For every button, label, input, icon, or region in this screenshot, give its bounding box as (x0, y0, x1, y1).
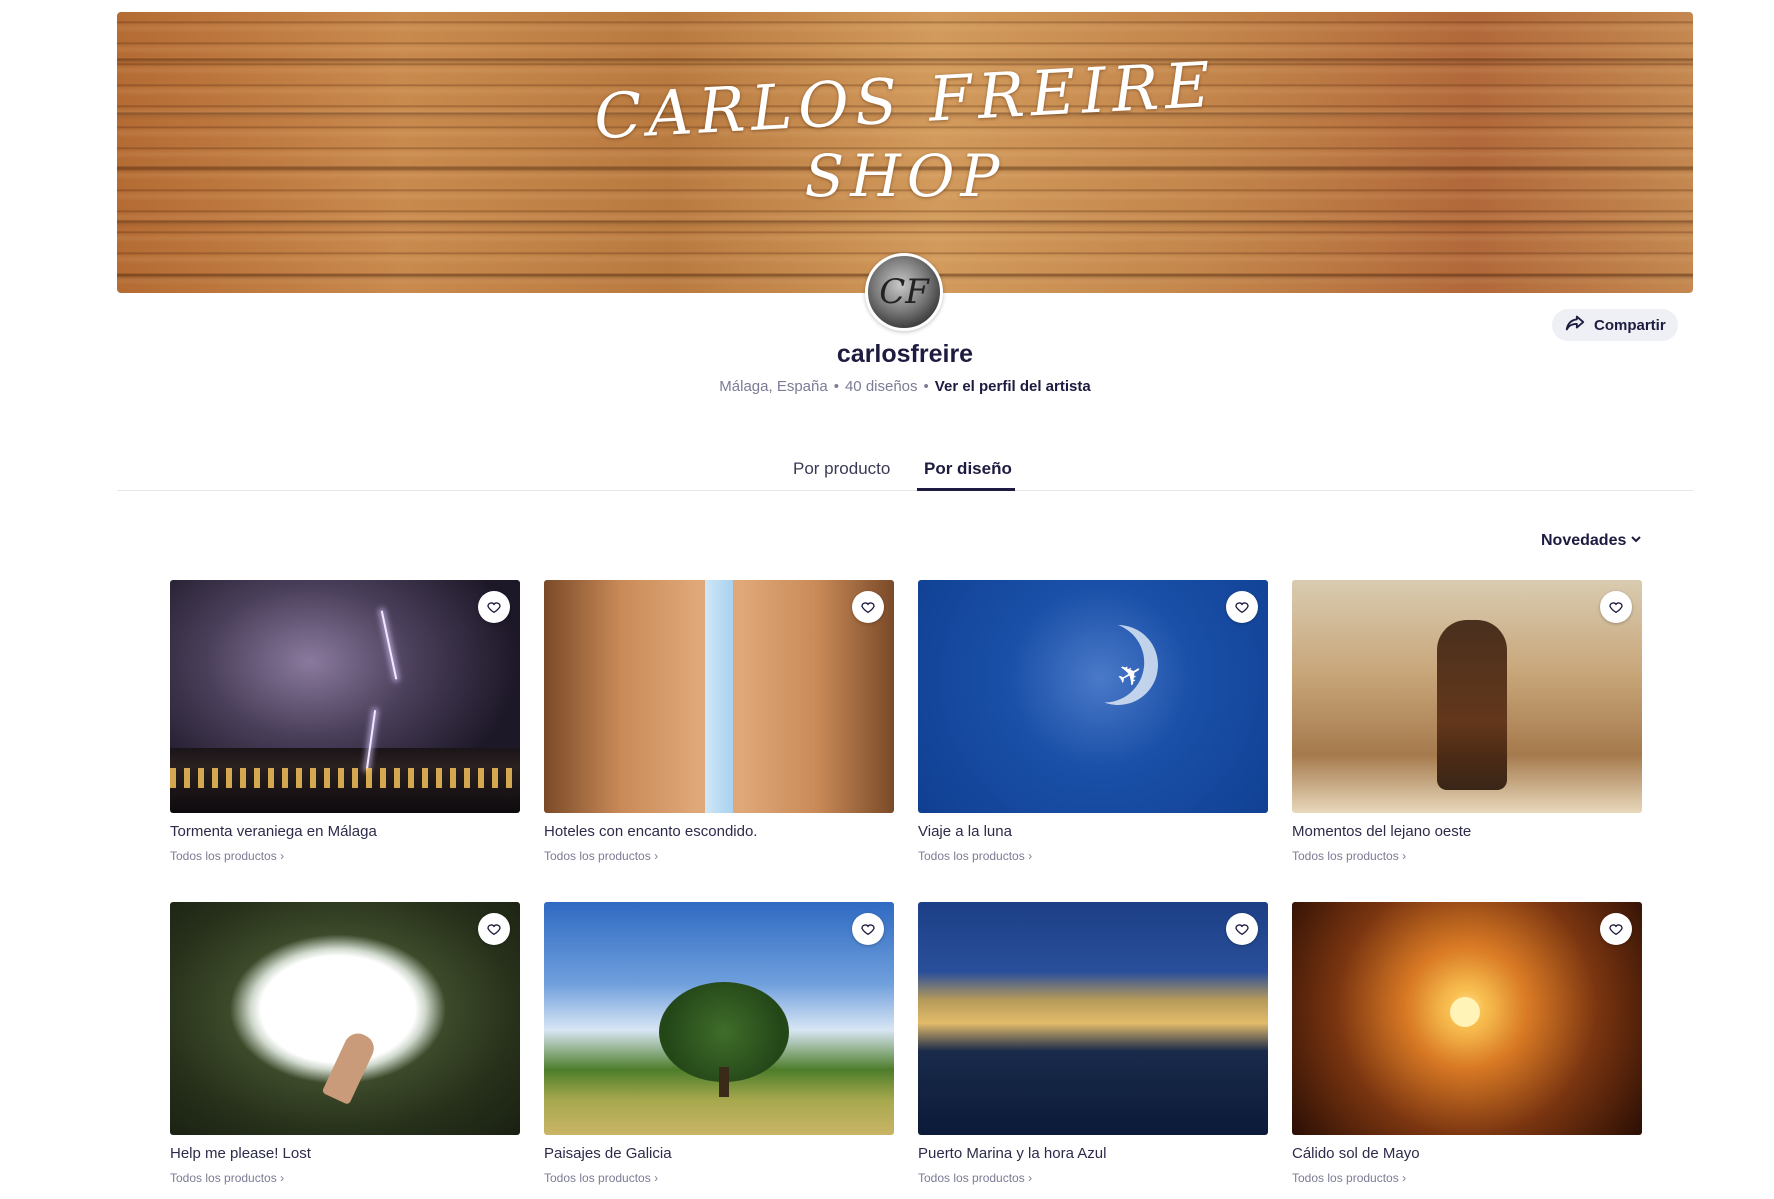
design-card[interactable]: Tormenta veraniega en Málaga Todos los p… (170, 580, 520, 863)
favorite-heart-icon[interactable] (1226, 591, 1258, 623)
banner-title-line2: SHOP (804, 142, 1006, 210)
design-card[interactable]: ✈ Viaje a la luna Todos los productos › (918, 580, 1268, 863)
share-icon (1564, 312, 1586, 338)
all-products-link[interactable]: Todos los productos › (170, 1171, 520, 1185)
design-image[interactable] (1292, 902, 1642, 1135)
all-products-link[interactable]: Todos los productos › (1292, 849, 1642, 863)
separator-dot: • (923, 378, 929, 395)
favorite-heart-icon[interactable] (1600, 591, 1632, 623)
favorite-heart-icon[interactable] (852, 591, 884, 623)
separator-dot: • (833, 378, 839, 395)
avatar-initials: CF (879, 272, 929, 312)
design-image[interactable] (1292, 580, 1642, 813)
design-title[interactable]: Hoteles con encanto escondido. (544, 823, 894, 840)
share-button[interactable]: Compartir (1552, 309, 1678, 341)
design-title[interactable]: Cálido sol de Mayo (1292, 1145, 1642, 1162)
design-title[interactable]: Viaje a la luna (918, 823, 1268, 840)
all-products-link[interactable]: Todos los productos › (170, 849, 520, 863)
design-card[interactable]: Help me please! Lost Todos los productos… (170, 902, 520, 1185)
sort-label: Novedades (1541, 532, 1627, 549)
all-products-link[interactable]: Todos los productos › (918, 849, 1268, 863)
favorite-heart-icon[interactable] (478, 913, 510, 945)
chevron-down-icon (1630, 532, 1642, 550)
profile-username: carlosfreire (836, 340, 974, 368)
design-card[interactable]: Hoteles con encanto escondido. Todos los… (544, 580, 894, 863)
shop-banner: CARLOS FREIRE SHOP (117, 12, 1693, 293)
avatar[interactable]: CF (865, 253, 943, 331)
profile-design-count: 40 diseños (844, 378, 918, 395)
design-image[interactable]: ✈ (918, 580, 1268, 813)
design-title[interactable]: Paisajes de Galicia (544, 1145, 894, 1162)
design-card[interactable]: Cálido sol de Mayo Todos los productos › (1292, 902, 1642, 1185)
favorite-heart-icon[interactable] (478, 591, 510, 623)
design-card[interactable]: Puerto Marina y la hora Azul Todos los p… (918, 902, 1268, 1185)
all-products-link[interactable]: Todos los productos › (544, 849, 894, 863)
design-image[interactable] (918, 902, 1268, 1135)
tab-por-diseno[interactable]: Por diseño (924, 459, 1012, 479)
design-image[interactable] (170, 902, 520, 1135)
all-products-link[interactable]: Todos los productos › (1292, 1171, 1642, 1185)
design-title[interactable]: Help me please! Lost (170, 1145, 520, 1162)
tab-por-producto[interactable]: Por producto (793, 459, 890, 479)
sort-dropdown[interactable]: Novedades (1541, 532, 1642, 550)
favorite-heart-icon[interactable] (852, 913, 884, 945)
design-image[interactable] (544, 902, 894, 1135)
design-title[interactable]: Puerto Marina y la hora Azul (918, 1145, 1268, 1162)
profile-location: Málaga, España (719, 378, 828, 395)
design-image[interactable] (170, 580, 520, 813)
favorite-heart-icon[interactable] (1226, 913, 1258, 945)
artist-profile-link[interactable]: Ver el perfil del artista (935, 378, 1091, 395)
favorite-heart-icon[interactable] (1600, 913, 1632, 945)
view-tabs: Por producto Por diseño (117, 455, 1693, 491)
design-image[interactable] (544, 580, 894, 813)
profile-meta: Málaga, España • 40 diseños • Ver el perfil … (0, 378, 1774, 395)
all-products-link[interactable]: Todos los productos › (918, 1171, 1268, 1185)
design-card[interactable]: Momentos del lejano oeste Todos los prod… (1292, 580, 1642, 863)
design-card[interactable]: Paisajes de Galicia Todos los productos … (544, 902, 894, 1185)
design-title[interactable]: Momentos del lejano oeste (1292, 823, 1642, 840)
all-products-link[interactable]: Todos los productos › (544, 1171, 894, 1185)
design-title[interactable]: Tormenta veraniega en Málaga (170, 823, 520, 840)
share-label: Compartir (1594, 316, 1666, 334)
active-tab-indicator (917, 488, 1015, 491)
